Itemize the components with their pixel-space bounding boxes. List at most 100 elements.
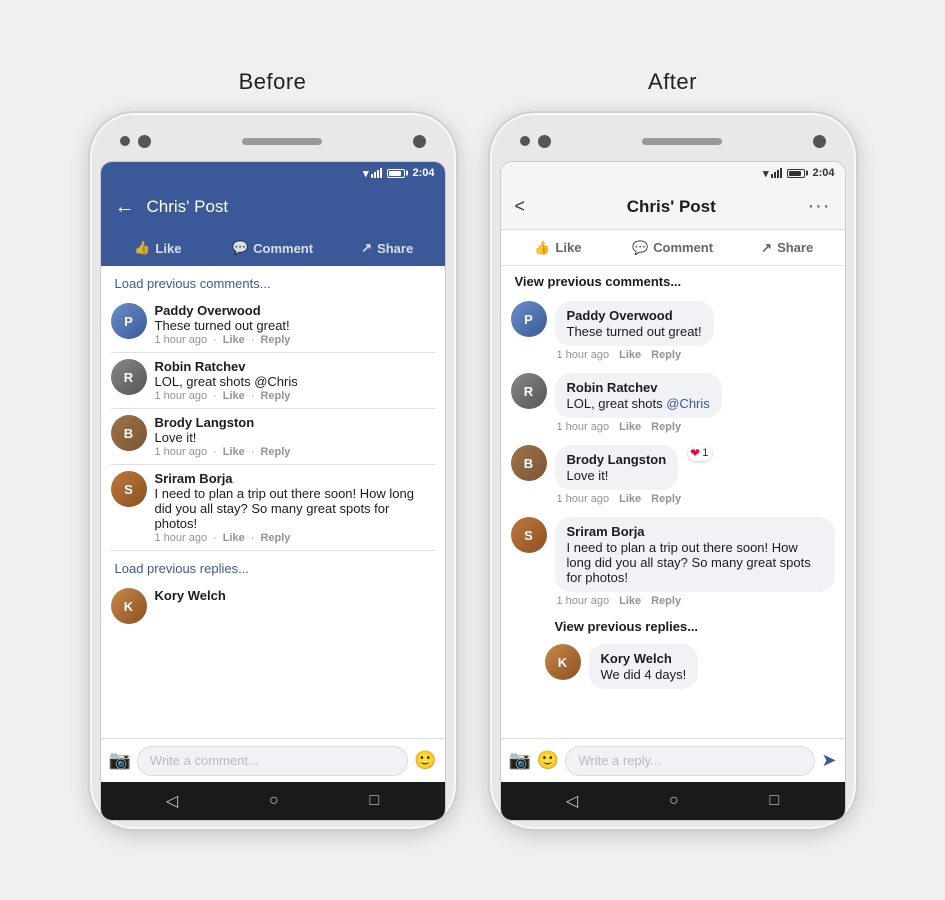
- before-comment-input[interactable]: Write a comment...: [137, 746, 408, 776]
- brody-love-badge: ❤ 1: [688, 445, 712, 461]
- before-share-btn[interactable]: ↗ Share: [330, 230, 445, 266]
- paddy-text-after: These turned out great!: [567, 324, 702, 339]
- recent-nav-before[interactable]: □: [369, 792, 379, 810]
- after-share-btn[interactable]: ↗ Share: [730, 230, 845, 265]
- before-phone: ▾ 2:04 ← Chris' P: [88, 111, 458, 831]
- sriram-meta-after: 1 hour ago Like Reply: [555, 595, 835, 607]
- paddy-reply-after[interactable]: Reply: [651, 349, 681, 361]
- back-nav-after[interactable]: ◁: [566, 791, 578, 811]
- kory-name-before: Kory Welch: [155, 588, 435, 603]
- after-view-prev-replies[interactable]: View previous replies...: [501, 613, 845, 638]
- paddy-like-before[interactable]: Like: [223, 334, 245, 346]
- after-camera-group: [520, 135, 551, 148]
- after-more-button[interactable]: ···: [808, 195, 831, 218]
- love-count: 1: [702, 447, 708, 459]
- after-speaker: [642, 138, 722, 145]
- before-camera-group: [120, 135, 151, 148]
- before-app-header: ← Chris' Post: [101, 184, 445, 230]
- like-icon: 👍: [134, 240, 150, 256]
- after-phone-bottom: ◁ ○ □: [501, 782, 845, 820]
- after-back-button[interactable]: <: [515, 196, 526, 217]
- sriram-text-after: I need to plan a trip out there soon! Ho…: [567, 540, 823, 585]
- before-input-bar: 📷 Write a comment... 🙂: [101, 738, 445, 782]
- after-input-placeholder: Write a reply...: [578, 753, 661, 768]
- brody-body-before: Brody Langston Love it! 1 hour ago · Lik…: [155, 415, 435, 458]
- comment-row-brody-after: B Brody Langston Love it! ❤ 1: [501, 439, 845, 511]
- sriram-reply-after[interactable]: Reply: [651, 595, 681, 607]
- sriram-like-after[interactable]: Like: [619, 595, 641, 607]
- before-load-replies[interactable]: Load previous replies...: [101, 551, 445, 582]
- emoji-icon-after[interactable]: 🙂: [537, 750, 559, 771]
- brody-like-before[interactable]: Like: [223, 446, 245, 458]
- brody-avatar-after: B: [511, 445, 547, 481]
- after-like-btn[interactable]: 👍 Like: [501, 230, 616, 265]
- after-reply-input[interactable]: Write a reply...: [565, 746, 815, 776]
- after-share-icon: ↗: [761, 240, 772, 256]
- kory-avatar-after: K: [545, 644, 581, 680]
- sriram-text-before: I need to plan a trip out there soon! Ho…: [155, 486, 435, 531]
- send-icon-after[interactable]: ➤: [821, 750, 836, 771]
- after-battery-icon: [787, 169, 805, 178]
- paddy-body-after: Paddy Overwood These turned out great! 1…: [555, 301, 835, 361]
- recent-nav-after[interactable]: □: [769, 792, 779, 810]
- robin-bubble-after: Robin Ratchev LOL, great shots @Chris: [555, 373, 722, 418]
- robin-name-before: Robin Ratchev: [155, 359, 435, 374]
- sriram-meta-before: 1 hour ago · Like · Reply: [155, 532, 435, 544]
- paddy-time-before: 1 hour ago: [155, 334, 208, 346]
- after-camera-lens: [538, 135, 551, 148]
- before-like-btn[interactable]: 👍 Like: [101, 230, 216, 266]
- before-comment-btn[interactable]: 💬 Comment: [215, 230, 330, 266]
- sriram-reply-before[interactable]: Reply: [260, 532, 290, 544]
- brody-reply-after[interactable]: Reply: [651, 493, 681, 505]
- after-action-bar: 👍 Like 💬 Comment ↗ Share: [501, 230, 845, 266]
- kory-text-after: We did 4 days!: [601, 667, 687, 682]
- comment-row-sriram-before: S Sriram Borja I need to plan a trip out…: [101, 465, 445, 550]
- robin-reply-before[interactable]: Reply: [260, 390, 290, 402]
- sriram-like-before[interactable]: Like: [223, 532, 245, 544]
- love-heart-icon: ❤: [690, 446, 700, 460]
- comment-row-robin-after: R Robin Ratchev LOL, great shots @Chris …: [501, 367, 845, 439]
- robin-text-after: LOL, great shots @Chris: [567, 396, 710, 411]
- share-icon: ↗: [361, 240, 372, 256]
- after-phone: ▾ 2:04 < Chris' Post: [488, 111, 858, 831]
- brody-name-after: Brody Langston: [567, 452, 667, 467]
- brody-meta-before: 1 hour ago · Like · Reply: [155, 446, 435, 458]
- robin-reply-after[interactable]: Reply: [651, 421, 681, 433]
- before-scroll-area: Load previous comments... P Paddy Overwo…: [101, 266, 445, 738]
- robin-like-before[interactable]: Like: [223, 390, 245, 402]
- emoji-icon-before[interactable]: 🙂: [414, 750, 436, 771]
- robin-avatar-after: R: [511, 373, 547, 409]
- paddy-reply-before[interactable]: Reply: [260, 334, 290, 346]
- before-action-bar: 👍 Like 💬 Comment ↗ Share: [101, 230, 445, 266]
- wifi-icon: ▾: [363, 167, 369, 180]
- after-camera-dot: [520, 136, 530, 146]
- before-back-button[interactable]: ←: [115, 196, 135, 219]
- sriram-body-before: Sriram Borja I need to plan a trip out t…: [155, 471, 435, 544]
- after-view-prev[interactable]: View previous comments...: [501, 266, 845, 295]
- home-nav-after[interactable]: ○: [669, 792, 679, 810]
- sriram-time-before: 1 hour ago: [155, 532, 208, 544]
- brody-like-after[interactable]: Like: [619, 493, 641, 505]
- camera-icon-after[interactable]: 📷: [509, 750, 531, 771]
- sriram-name-after: Sriram Borja: [567, 524, 823, 539]
- brody-name-before: Brody Langston: [155, 415, 435, 430]
- robin-time-after: 1 hour ago: [557, 421, 610, 433]
- comment-row-sriram-after: S Sriram Borja I need to plan a trip out…: [501, 511, 845, 613]
- paddy-time-after: 1 hour ago: [557, 349, 610, 361]
- after-comment-btn[interactable]: 💬 Comment: [615, 230, 730, 265]
- brody-reply-before[interactable]: Reply: [260, 446, 290, 458]
- sriram-bubble-after: Sriram Borja I need to plan a trip out t…: [555, 517, 835, 592]
- camera-icon-before[interactable]: 📷: [109, 750, 131, 771]
- sriram-body-after: Sriram Borja I need to plan a trip out t…: [555, 517, 835, 607]
- back-nav-before[interactable]: ◁: [166, 791, 178, 811]
- before-camera-right: [413, 135, 426, 148]
- robin-like-after[interactable]: Like: [619, 421, 641, 433]
- paddy-meta-after: 1 hour ago Like Reply: [555, 349, 835, 361]
- paddy-meta-before: 1 hour ago · Like · Reply: [155, 334, 435, 346]
- camera-lens: [138, 135, 151, 148]
- home-nav-before[interactable]: ○: [269, 792, 279, 810]
- robin-body-before: Robin Ratchev LOL, great shots @Chris 1 …: [155, 359, 435, 402]
- paddy-like-after[interactable]: Like: [619, 349, 641, 361]
- before-load-more[interactable]: Load previous comments...: [101, 266, 445, 297]
- robin-time-before: 1 hour ago: [155, 390, 208, 402]
